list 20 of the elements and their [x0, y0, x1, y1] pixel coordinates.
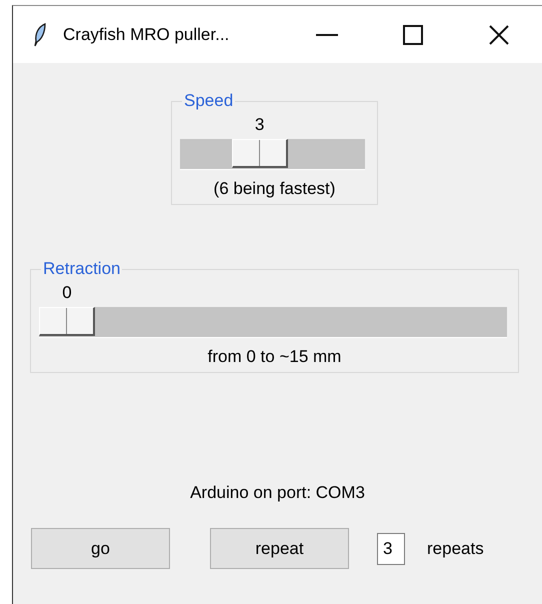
group-label: Retraction: [42, 259, 122, 279]
slider-track[interactable]: [180, 139, 365, 170]
slider-thumb[interactable]: [39, 307, 95, 336]
action-button[interactable]: repeat: [210, 528, 349, 569]
group-label: Speed: [183, 91, 234, 111]
slider-caption: from 0 to ~15 mm: [206, 347, 342, 367]
repeats-label: repeats: [427, 538, 484, 558]
repeats-field[interactable]: 3: [377, 532, 405, 564]
slider-thumb[interactable]: [232, 139, 288, 168]
slider-value: 0: [62, 283, 72, 303]
action-button[interactable]: go: [31, 528, 170, 569]
feather-icon: [33, 22, 47, 46]
maximize-icon: [403, 24, 423, 44]
slider-track[interactable]: [39, 307, 507, 338]
window-title: Crayfish MRO puller...: [63, 24, 230, 44]
port-status: Arduino on port: COM3: [190, 483, 365, 502]
close-icon: [489, 24, 509, 44]
slider-value: 3: [254, 115, 264, 135]
slider-caption: (6 being fastest): [212, 179, 336, 199]
minimize-icon: [316, 34, 338, 36]
